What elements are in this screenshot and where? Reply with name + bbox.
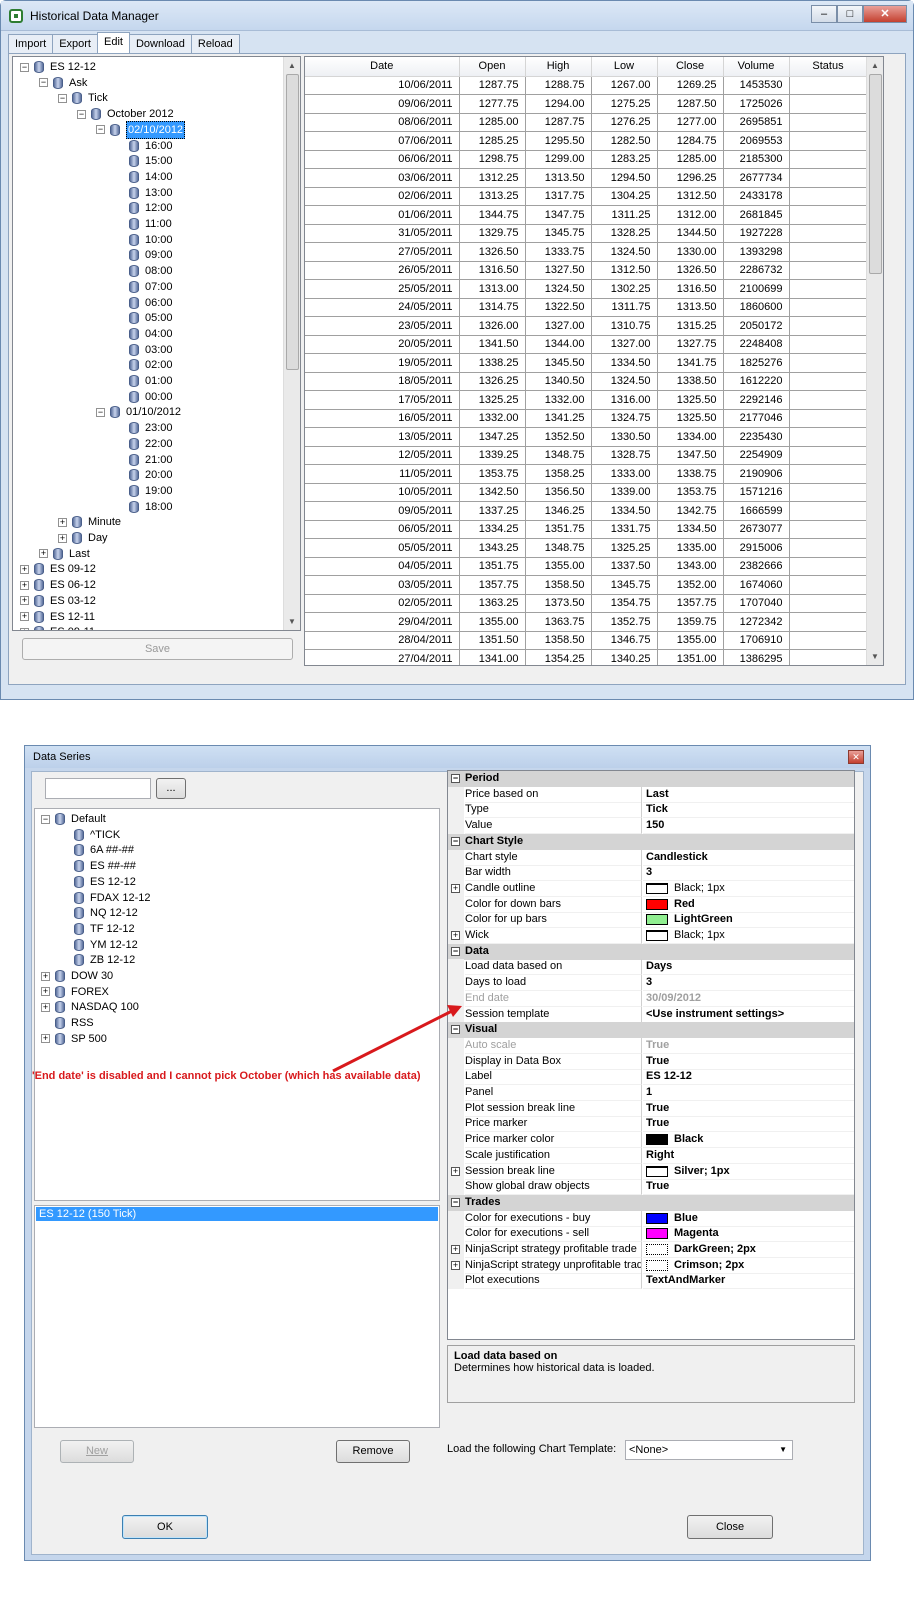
annotation-arrow bbox=[332, 1005, 462, 1073]
